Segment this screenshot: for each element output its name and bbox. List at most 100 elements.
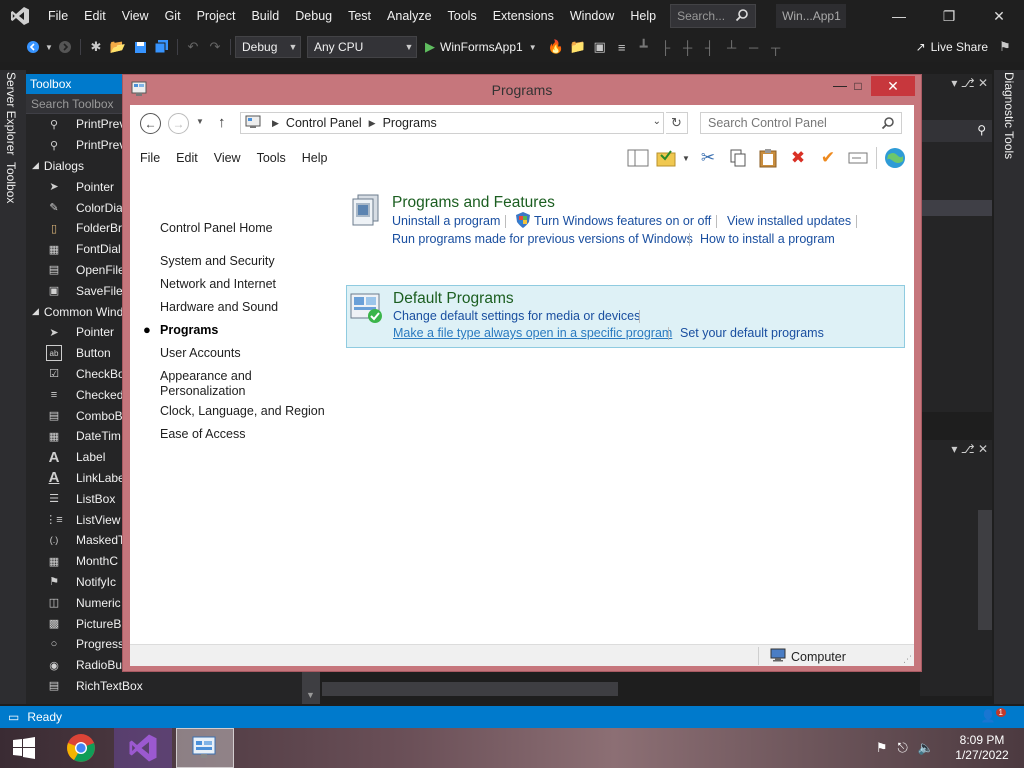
menu-file[interactable]: File bbox=[130, 151, 168, 165]
back-arrow-icon[interactable]: ← bbox=[140, 113, 161, 134]
server-explorer-tab[interactable]: Server Explorer bbox=[4, 72, 18, 155]
network-icon[interactable]: ⎋ bbox=[898, 740, 908, 756]
action-center-flag-icon[interactable]: ⚑ bbox=[876, 740, 888, 756]
up-arrow-icon[interactable]: ↑ bbox=[218, 114, 226, 131]
control-panel-taskbar-icon[interactable] bbox=[176, 728, 234, 768]
open-file-icon[interactable]: 📂 bbox=[107, 36, 129, 58]
visual-studio-taskbar-icon[interactable] bbox=[114, 728, 172, 768]
folder-options-icon[interactable]: ▼ bbox=[653, 145, 693, 171]
start-debugging-button[interactable]: ▶ WinFormsApp1 ▼ bbox=[425, 39, 537, 55]
nav-hardware-and-sound[interactable]: Hardware and Sound bbox=[160, 300, 278, 315]
designer-horizontal-scrollbar[interactable] bbox=[322, 682, 618, 696]
paste-icon[interactable] bbox=[753, 145, 783, 171]
default-programs-title[interactable]: Default Programs bbox=[393, 290, 514, 308]
recent-locations-chevron-icon[interactable]: ▼ bbox=[196, 117, 204, 126]
scroll-down-arrow-icon[interactable]: ▼ bbox=[306, 690, 315, 700]
dropdown-arrow-icon[interactable]: ▼ bbox=[44, 36, 54, 58]
how-to-install-a-program-link[interactable]: How to install a program bbox=[700, 232, 835, 246]
volume-muted-icon[interactable]: 🔈 bbox=[918, 740, 934, 756]
taskbar-clock[interactable]: 8:09 PM 1/27/2022 bbox=[940, 733, 1024, 763]
chrome-taskbar-icon[interactable] bbox=[52, 728, 110, 768]
uninstall-a-program-link[interactable]: Uninstall a program bbox=[392, 214, 500, 228]
make-file-type-always-open-link[interactable]: Make a file type always open in a specif… bbox=[393, 326, 672, 340]
align-bottom-icon[interactable]: ┬ bbox=[765, 36, 787, 58]
programs-window-titlebar[interactable]: Programs — □ ✕ bbox=[123, 75, 921, 103]
vs-menu-debug[interactable]: Debug bbox=[287, 0, 340, 32]
vs-menu-test[interactable]: Test bbox=[340, 0, 379, 32]
toolbox-tab[interactable]: Toolbox bbox=[4, 162, 18, 203]
solution-configuration-dropdown[interactable]: Debug ▼ bbox=[235, 36, 301, 58]
run-programs-previous-versions-link[interactable]: Run programs made for previous versions … bbox=[392, 232, 693, 246]
new-project-icon[interactable]: ✱ bbox=[85, 36, 107, 58]
align-top-icon[interactable]: ┴ bbox=[721, 36, 743, 58]
pane-header-controls[interactable]: ▾ ⎇ ✕ bbox=[951, 442, 988, 456]
breadcrumb-chevron-icon[interactable]: ▶ bbox=[369, 118, 376, 129]
address-history-chevron-icon[interactable]: ⌄ bbox=[653, 116, 661, 127]
navigate-back-icon[interactable] bbox=[22, 36, 44, 58]
minimize-icon[interactable]: — bbox=[874, 0, 924, 32]
nav-network-and-internet[interactable]: Network and Internet bbox=[160, 277, 276, 292]
resize-grip-icon[interactable]: ⋰ bbox=[903, 654, 912, 665]
nav-control-panel-home[interactable]: Control Panel Home bbox=[160, 221, 273, 236]
close-icon[interactable]: ✕ bbox=[871, 76, 915, 96]
navigate-forward-icon[interactable] bbox=[54, 36, 76, 58]
address-breadcrumb[interactable]: ▶ Control Panel ▶ Programs ⌄ bbox=[240, 112, 664, 134]
vs-menu-analyze[interactable]: Analyze bbox=[379, 0, 439, 32]
nav-user-accounts[interactable]: User Accounts bbox=[160, 346, 241, 361]
change-default-settings-media-link[interactable]: Change default settings for media or dev… bbox=[393, 309, 640, 323]
default-programs-section[interactable]: Default Programs Change default settings… bbox=[346, 285, 905, 348]
format-icon[interactable]: ≡ bbox=[611, 36, 633, 58]
breadcrumb-chevron-icon[interactable]: ▶ bbox=[272, 118, 279, 129]
menu-edit[interactable]: Edit bbox=[168, 151, 206, 165]
delete-icon[interactable]: ✖ bbox=[783, 145, 813, 171]
set-default-programs-link[interactable]: Set your default programs bbox=[680, 326, 824, 340]
close-icon[interactable]: ✕ bbox=[974, 0, 1024, 32]
diagnostic-tools-tab[interactable]: Diagnostic Tools bbox=[1002, 72, 1016, 159]
nav-clock-language-region[interactable]: Clock, Language, and Region bbox=[160, 404, 325, 419]
cut-icon[interactable]: ✂ bbox=[693, 145, 723, 171]
selected-tree-row[interactable] bbox=[920, 200, 992, 216]
vs-menu-git[interactable]: Git bbox=[157, 0, 189, 32]
copy-icon[interactable] bbox=[723, 145, 753, 171]
windows-start-icon[interactable] bbox=[0, 728, 48, 768]
save-icon[interactable] bbox=[129, 36, 151, 58]
programs-and-features-title[interactable]: Programs and Features bbox=[392, 194, 555, 212]
nav-appearance-and-personalization-line2[interactable]: Personalization bbox=[160, 384, 245, 399]
nav-ease-of-access[interactable]: Ease of Access bbox=[160, 427, 245, 442]
turn-windows-features-on-off-link[interactable]: Turn Windows features on or off bbox=[534, 214, 711, 228]
redo-icon[interactable]: ↷ bbox=[204, 36, 226, 58]
toolbox-item-richtextbox[interactable]: ▤ RichTextBox bbox=[26, 676, 320, 697]
help-globe-icon[interactable] bbox=[880, 145, 910, 171]
live-share-button[interactable]: ↗ Live Share bbox=[916, 36, 988, 58]
properties-check-icon[interactable]: ✔ bbox=[813, 145, 843, 171]
notifications-icon[interactable]: 👤 1 bbox=[981, 708, 1006, 723]
forward-arrow-icon[interactable]: → bbox=[168, 113, 189, 134]
browser-link-icon[interactable]: ▣ bbox=[589, 36, 611, 58]
nav-programs[interactable]: Programs bbox=[160, 323, 218, 338]
maximize-icon[interactable]: □ bbox=[845, 76, 871, 96]
breadcrumb-programs[interactable]: Programs bbox=[383, 116, 437, 130]
vs-menu-window[interactable]: Window bbox=[562, 0, 622, 32]
menu-help[interactable]: Help bbox=[294, 151, 336, 165]
vs-search-box[interactable]: Search... bbox=[670, 4, 757, 28]
vs-menu-build[interactable]: Build bbox=[243, 0, 287, 32]
refresh-icon[interactable]: ↻ bbox=[666, 112, 688, 134]
nav-system-and-security[interactable]: System and Security bbox=[160, 254, 275, 269]
vs-menu-tools[interactable]: Tools bbox=[440, 0, 485, 32]
align-left-icon[interactable]: ├ bbox=[655, 36, 677, 58]
preview-pane-icon[interactable] bbox=[623, 145, 653, 171]
vs-menu-edit[interactable]: Edit bbox=[76, 0, 114, 32]
folder-search-icon[interactable]: 📁 bbox=[567, 36, 589, 58]
visual-studio-logo-icon[interactable] bbox=[0, 0, 40, 32]
align-center-icon[interactable]: ┼ bbox=[677, 36, 699, 58]
menu-view[interactable]: View bbox=[206, 151, 249, 165]
menu-tools[interactable]: Tools bbox=[249, 151, 294, 165]
pane-search-bar[interactable]: ⚲ bbox=[920, 120, 992, 142]
save-all-icon[interactable] bbox=[151, 36, 173, 58]
view-installed-updates-link[interactable]: View installed updates bbox=[727, 214, 851, 228]
vs-menu-project[interactable]: Project bbox=[189, 0, 244, 32]
vs-menu-view[interactable]: View bbox=[114, 0, 157, 32]
undo-icon[interactable]: ↶ bbox=[182, 36, 204, 58]
vs-menu-extensions[interactable]: Extensions bbox=[485, 0, 562, 32]
pane-header-controls[interactable]: ▾ ⎇ ✕ bbox=[951, 76, 988, 90]
